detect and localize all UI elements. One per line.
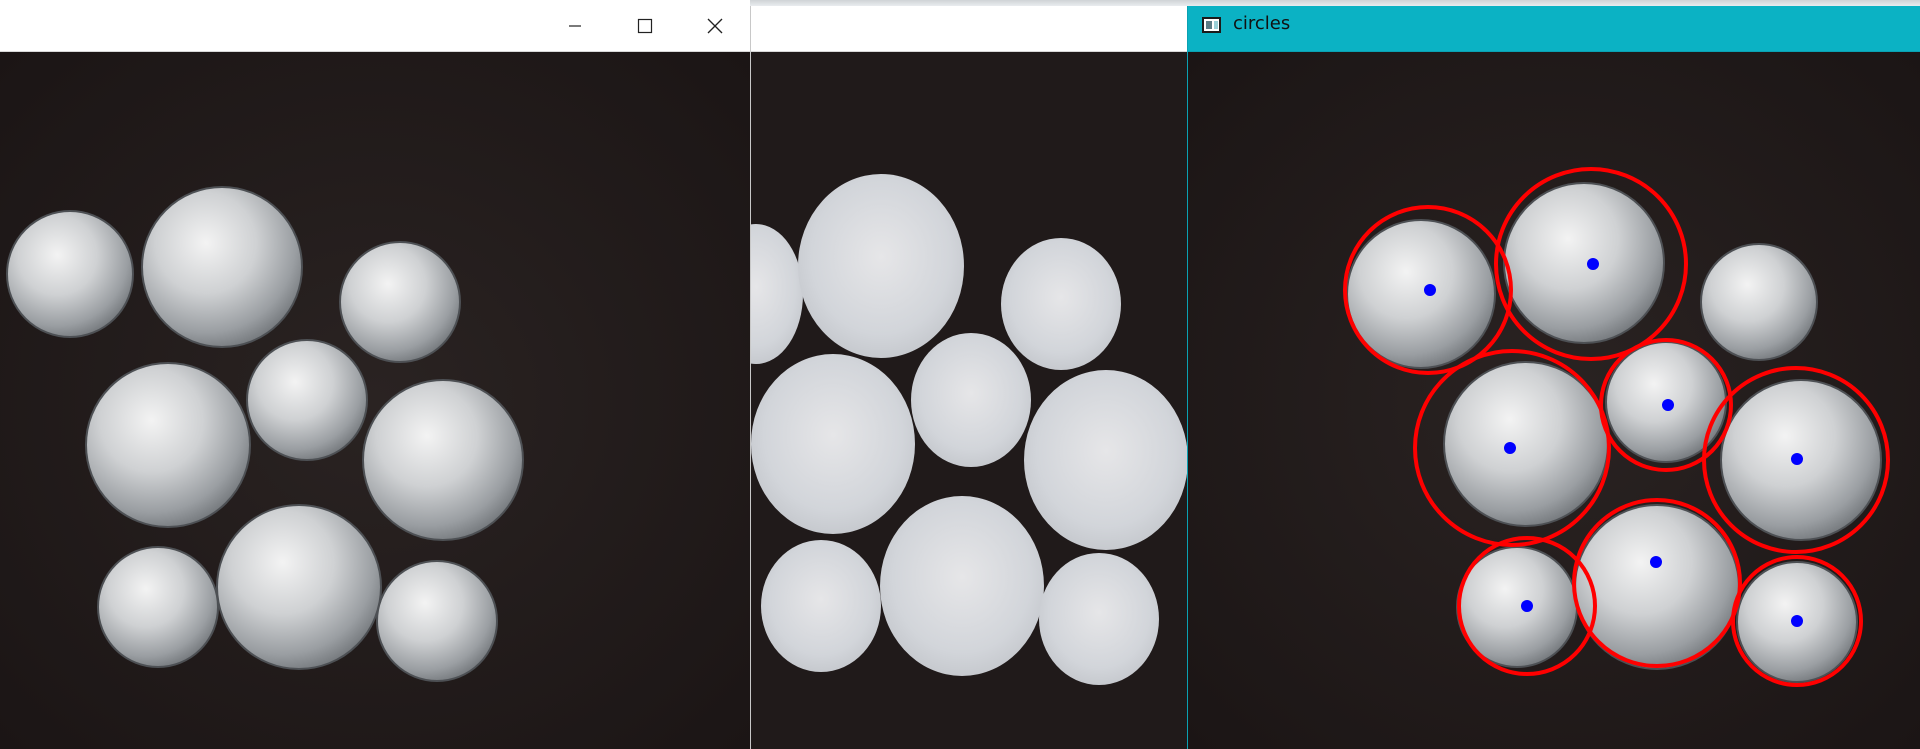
close-icon xyxy=(707,18,723,33)
window-original xyxy=(0,0,750,749)
filtered-image xyxy=(751,52,1188,749)
circle-center xyxy=(1662,399,1674,411)
coin xyxy=(246,339,368,461)
coin xyxy=(216,504,382,670)
blob xyxy=(751,354,915,534)
blob xyxy=(1001,238,1121,370)
circle-center xyxy=(1504,442,1516,454)
circle-center xyxy=(1587,258,1599,270)
circle-center xyxy=(1650,556,1662,568)
coin xyxy=(339,241,461,363)
window-circles: circles xyxy=(1187,0,1920,749)
circle-center xyxy=(1521,600,1533,612)
titlebar-circles[interactable]: circles xyxy=(1188,0,1920,52)
minimize-icon xyxy=(569,24,581,27)
blob xyxy=(761,540,881,672)
titlebar-original[interactable] xyxy=(0,0,750,52)
maximize-icon xyxy=(637,18,653,33)
coin xyxy=(85,362,251,528)
coins-photo xyxy=(0,52,750,749)
coin xyxy=(376,560,498,682)
titlebar-filtered[interactable] xyxy=(751,0,1188,52)
circle-center xyxy=(1424,284,1436,296)
blob xyxy=(880,496,1044,676)
blob xyxy=(798,174,964,358)
circles-image xyxy=(1188,52,1920,749)
background-window-edge xyxy=(750,0,1920,6)
window-title: circles xyxy=(1233,13,1291,34)
coin xyxy=(362,379,524,541)
close-button[interactable] xyxy=(680,0,750,51)
blob xyxy=(1024,370,1188,550)
minimize-button[interactable] xyxy=(540,0,610,51)
coin xyxy=(141,186,303,348)
coin xyxy=(1700,243,1818,361)
app-window-icon xyxy=(1202,17,1221,33)
blob xyxy=(1039,553,1159,685)
coin xyxy=(1443,361,1609,527)
filtered-photo xyxy=(751,52,1188,749)
coin xyxy=(97,546,219,668)
coin xyxy=(6,210,134,338)
coin xyxy=(1503,182,1665,344)
circle-center xyxy=(1791,615,1803,627)
window-filtered xyxy=(750,0,1188,749)
blob xyxy=(911,333,1031,467)
original-image xyxy=(0,52,750,749)
circle-center xyxy=(1791,453,1803,465)
detected-circles xyxy=(1188,52,1920,749)
maximize-button[interactable] xyxy=(610,0,680,51)
